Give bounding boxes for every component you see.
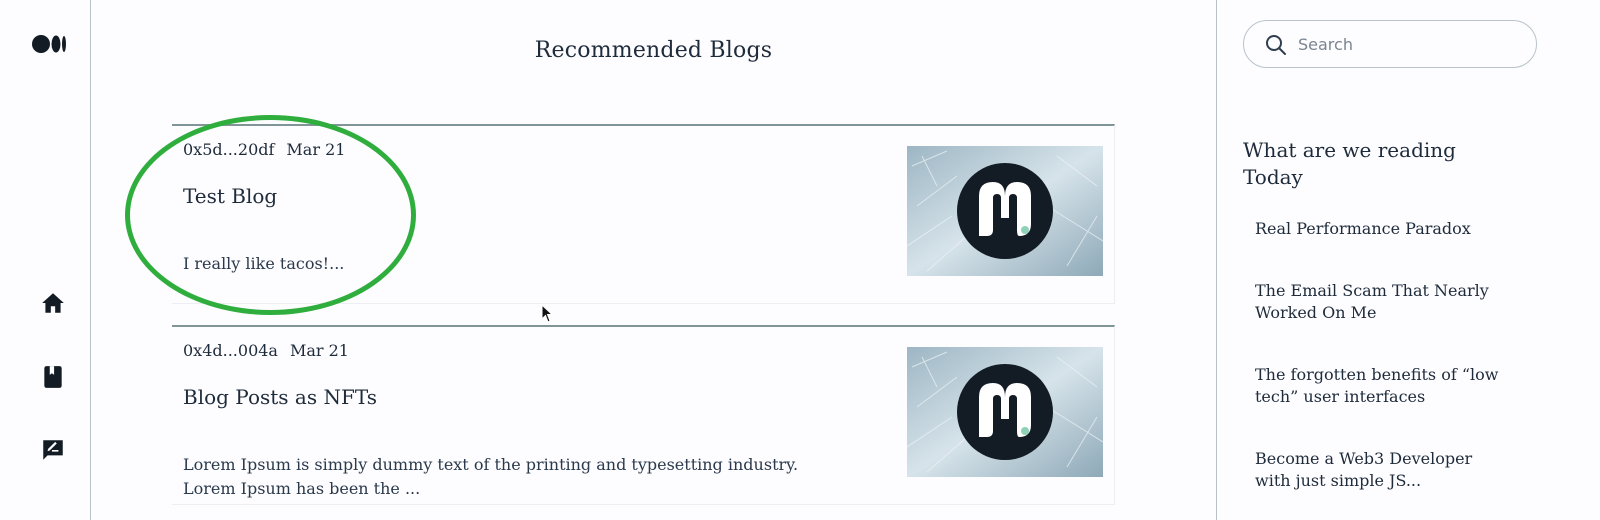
post-title[interactable]: Blog Posts as NFTs [183, 385, 377, 409]
mouse-cursor-icon [541, 304, 554, 323]
post-thumbnail[interactable] [907, 347, 1103, 477]
highlight-circle-annotation [125, 115, 416, 315]
write-icon[interactable] [40, 437, 66, 463]
post-date: Mar 21 [289, 341, 349, 360]
reading-today-heading: What are we reading Today [1243, 138, 1456, 189]
left-sidebar [0, 0, 91, 520]
bookmark-icon[interactable] [40, 364, 66, 390]
reading-list-item[interactable]: Become a Web3 Developer with just simple… [1255, 448, 1505, 492]
reading-list-item[interactable]: The Email Scam That Nearly Worked On Me [1255, 280, 1505, 324]
right-sidebar: What are we reading Today Real Performan… [1216, 0, 1600, 520]
blog-post-card[interactable]: 0x4d...004a Mar 21 Blog Posts as NFTs Lo… [172, 325, 1115, 505]
search-box[interactable] [1243, 20, 1537, 68]
home-icon[interactable] [40, 290, 66, 316]
post-meta: 0x4d...004a Mar 21 [183, 341, 349, 360]
scrollbar[interactable] [1588, 0, 1600, 520]
post-description: Lorem Ipsum is simply dummy text of the … [183, 455, 799, 498]
page-title: Recommended Blogs [534, 38, 773, 63]
post-thumbnail[interactable] [907, 146, 1103, 276]
search-input[interactable] [1298, 31, 1518, 57]
medium-logo-icon[interactable] [32, 34, 68, 54]
post-author: 0x4d...004a [183, 341, 278, 360]
reading-list-item[interactable]: Real Performance Paradox [1255, 218, 1505, 240]
search-icon[interactable] [1264, 33, 1288, 57]
reading-list-item[interactable]: The forgotten benefits of “low tech” use… [1255, 364, 1505, 408]
